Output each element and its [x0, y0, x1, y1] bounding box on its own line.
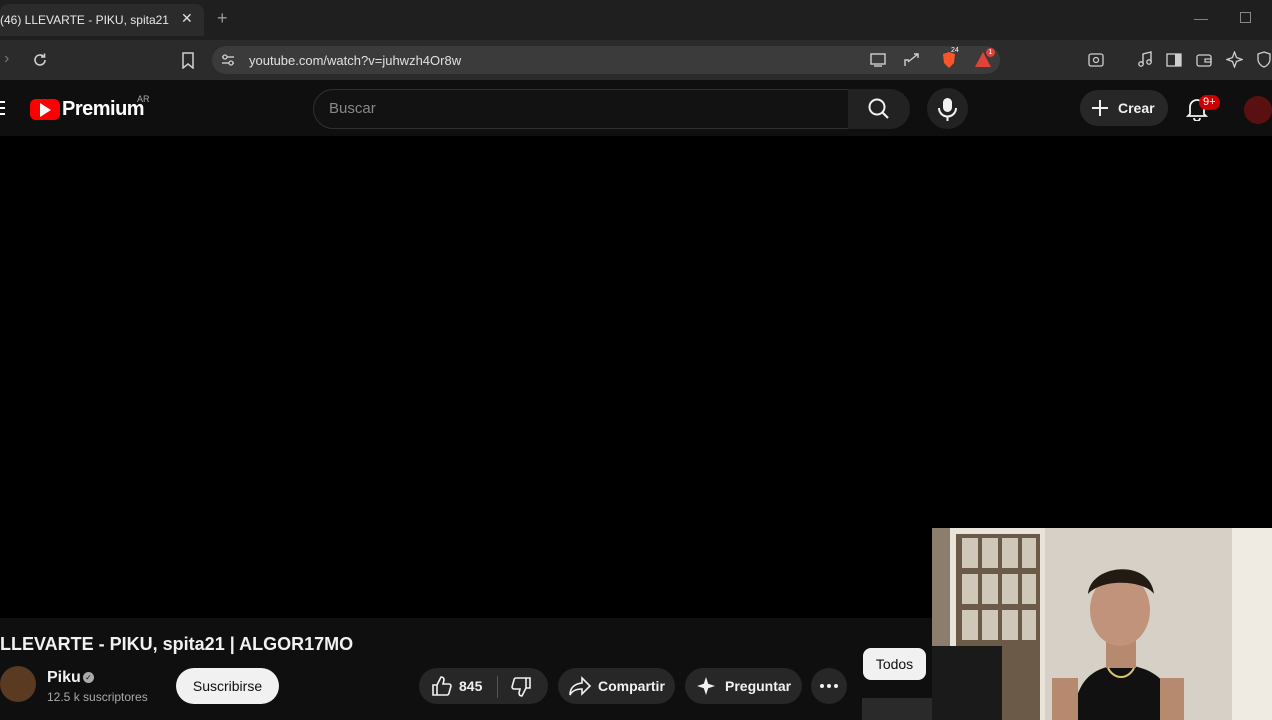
tab-search-icon[interactable]	[1088, 52, 1104, 68]
cast-icon[interactable]	[870, 53, 886, 67]
new-tab-icon[interactable]: +	[217, 8, 228, 29]
channel-avatar[interactable]	[0, 666, 36, 702]
reload-icon[interactable]	[32, 52, 48, 68]
ask-label[interactable]: Preguntar	[725, 678, 791, 694]
notifications-badge: 9+	[1199, 95, 1220, 110]
search-input[interactable]: Buscar	[329, 100, 376, 117]
share-label[interactable]: Compartir	[598, 678, 665, 694]
like-divider	[497, 676, 498, 698]
window-restore-icon[interactable]	[1240, 12, 1251, 23]
webcam-person-image	[932, 528, 1272, 720]
subscriber-count: 12.5 k suscriptores	[47, 690, 148, 704]
account-avatar[interactable]	[1244, 96, 1272, 124]
vpn-icon[interactable]	[1256, 51, 1272, 68]
verified-icon: ✓	[83, 672, 94, 683]
logo-premium-text[interactable]: Premium	[62, 98, 145, 121]
search-button[interactable]	[848, 89, 910, 129]
plus-icon	[1091, 99, 1109, 117]
leo-ai-icon[interactable]	[1226, 51, 1243, 68]
youtube-play-glyph	[40, 103, 51, 117]
like-icon[interactable]	[430, 675, 452, 697]
voice-search-button[interactable]	[927, 88, 968, 129]
share-page-icon[interactable]	[903, 52, 920, 68]
search-box[interactable]	[313, 89, 849, 129]
recommendation-thumbnail[interactable]	[862, 698, 932, 720]
menu-icon[interactable]	[0, 100, 6, 116]
wallet-icon[interactable]	[1196, 52, 1212, 68]
tab-title[interactable]: (46) LLEVARTE - PIKU, spita21 | A	[0, 13, 170, 27]
webcam-overlay	[932, 528, 1272, 720]
tab-close-icon[interactable]: ✕	[181, 10, 193, 27]
url-text[interactable]: youtube.com/watch?v=juhwzh4Or8w	[249, 53, 461, 68]
filter-chip-todos[interactable]: Todos	[863, 648, 926, 680]
channel-name[interactable]: Piku	[47, 669, 81, 687]
brave-rewards-count: 1	[986, 48, 995, 57]
brave-shield-count: 24	[951, 47, 959, 54]
sidebar-toggle-icon[interactable]	[1166, 52, 1182, 68]
dislike-icon[interactable]	[511, 676, 533, 698]
create-button-label[interactable]: Crear	[1118, 100, 1155, 116]
forward-icon[interactable]: ›	[4, 50, 9, 68]
media-control-icon[interactable]	[1137, 51, 1153, 68]
like-count[interactable]: 845	[459, 678, 482, 694]
video-title: LLEVARTE - PIKU, spita21 | ALGOR17MO	[0, 634, 354, 654]
subscribe-button[interactable]: Suscribirse	[176, 668, 279, 704]
site-settings-icon[interactable]	[221, 53, 235, 67]
bookmark-icon[interactable]	[181, 52, 195, 69]
window-minimize-icon[interactable]: —	[1194, 10, 1208, 26]
sparkle-icon	[696, 676, 716, 696]
country-code: AR	[137, 94, 150, 104]
share-icon	[568, 676, 592, 696]
more-icon	[820, 684, 838, 688]
mic-icon	[938, 98, 957, 121]
